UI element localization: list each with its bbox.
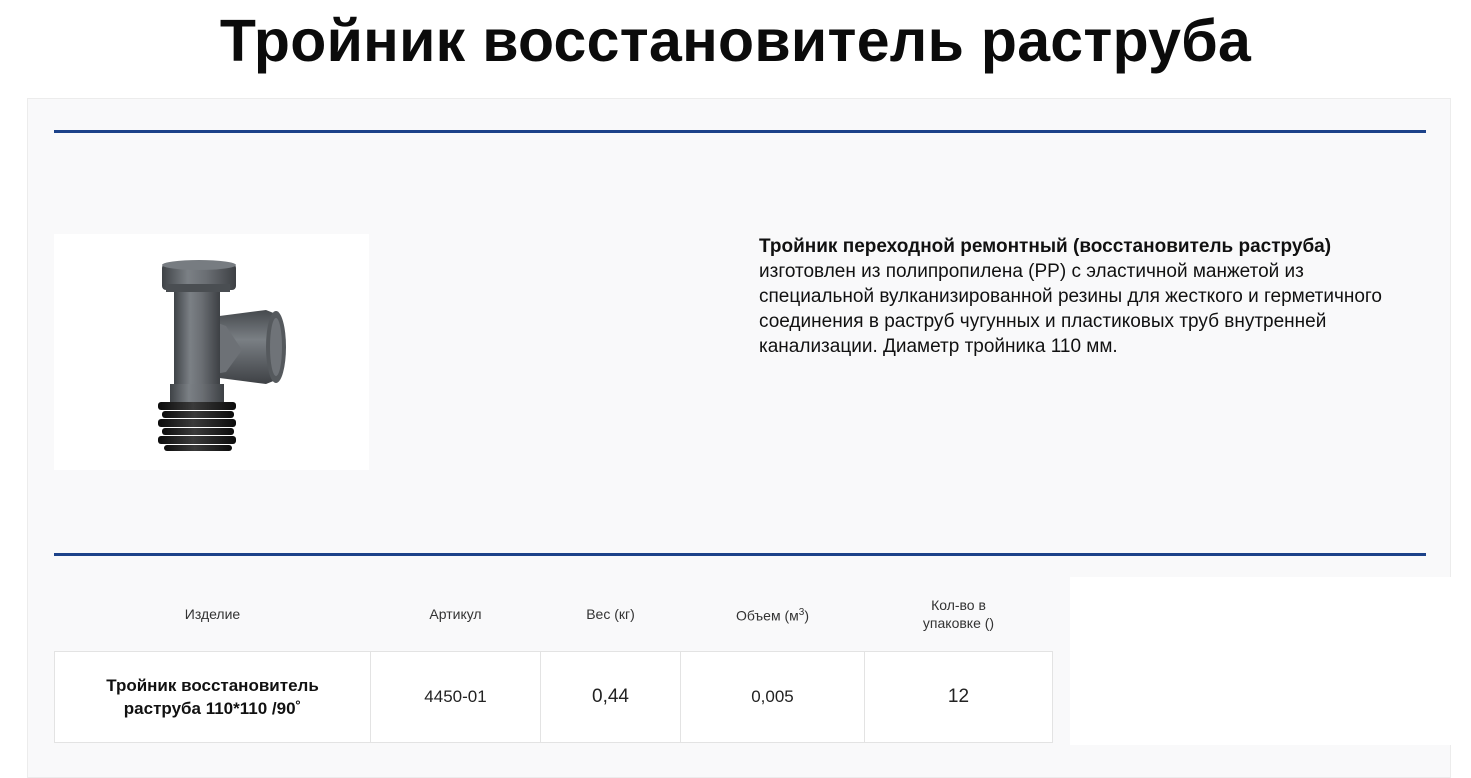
cell-weight: 0,44 [540, 651, 681, 743]
cell-product-name: Тройник восстановитель раструба 110*110 /… [54, 651, 371, 743]
description-text: изготовлен из полипропилена (PP) с эласт… [759, 261, 1382, 357]
divider-top [54, 130, 1426, 133]
cell-qty: 12 [864, 651, 1053, 743]
divider-bottom [54, 553, 1426, 556]
table-row: Тройник восстановитель раструба 110*110 /… [54, 651, 1053, 743]
header-qty: Кол-во в упаковке () [922, 597, 995, 631]
specs-table: Изделие Артикул Вес (кг) Объем (м3) Кол-… [54, 577, 1053, 743]
header-article: Артикул [429, 606, 482, 622]
product-description: Тройник переходной ремонтный (восстанови… [759, 234, 1419, 359]
cell-article: 4450-01 [370, 651, 541, 743]
tee-pipe-fitting-image [158, 260, 286, 451]
description-title: Тройник переходной ремонтный (восстанови… [759, 236, 1332, 257]
cell-volume: 0,005 [680, 651, 865, 743]
blank-panel [1070, 577, 1454, 745]
header-weight: Вес (кг) [586, 606, 635, 622]
header-volume: Объем (м3) [735, 606, 809, 624]
specs-header-row: Изделие Артикул Вес (кг) Объем (м3) Кол-… [55, 577, 1053, 652]
product-image [54, 234, 369, 470]
page-title: Тройник восстановитель раструба [219, 8, 1252, 74]
header-product: Изделие [184, 606, 241, 622]
